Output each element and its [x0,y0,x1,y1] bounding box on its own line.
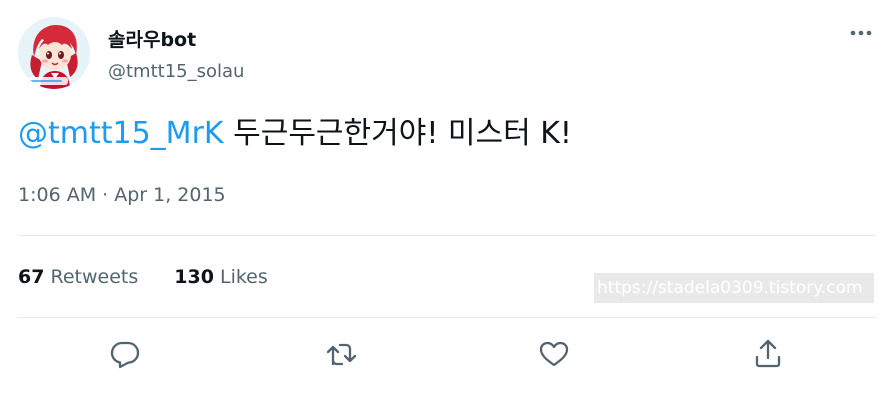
retweets-stat[interactable]: 67 Retweets [18,266,138,288]
watermark-url: https://stadela0309.tistory.com [594,273,874,303]
tweet-body: 두근두근한거야! 미스터 K! [223,116,572,151]
divider [18,317,876,318]
author-handle[interactable]: @tmtt15_solau [108,61,244,82]
share-icon [755,339,781,368]
likes-count: 130 [174,266,214,288]
reply-icon [110,341,140,369]
user-avatar[interactable] [18,17,90,89]
like-button[interactable] [538,338,570,370]
retweet-button[interactable] [325,338,357,370]
tweet-stats: 67 Retweets 130 Likes [18,266,268,288]
divider [18,235,876,236]
reply-button[interactable] [109,338,141,370]
tweet-text: @tmtt15_MrK 두근두근한거야! 미스터 K! [18,114,572,154]
more-icon [850,30,872,36]
likes-label: Likes [219,266,268,288]
retweet-icon [326,343,357,366]
retweets-count: 67 [18,266,45,288]
tweet-card: 솔라우bot @tmtt15_solau @tmtt15_MrK 두근두근한거야… [0,0,894,409]
more-options-button[interactable] [848,22,874,44]
author-display-name[interactable]: 솔라우bot [108,25,196,52]
retweets-label: Retweets [50,266,139,288]
mention-link[interactable]: @tmtt15_MrK [18,116,224,151]
anime-character-avatar-icon [18,17,90,89]
heart-icon [539,341,569,367]
likes-stat[interactable]: 130 Likes [174,266,268,288]
tweet-timestamp[interactable]: 1:06 AM · Apr 1, 2015 [18,184,226,206]
share-button[interactable] [752,338,784,370]
